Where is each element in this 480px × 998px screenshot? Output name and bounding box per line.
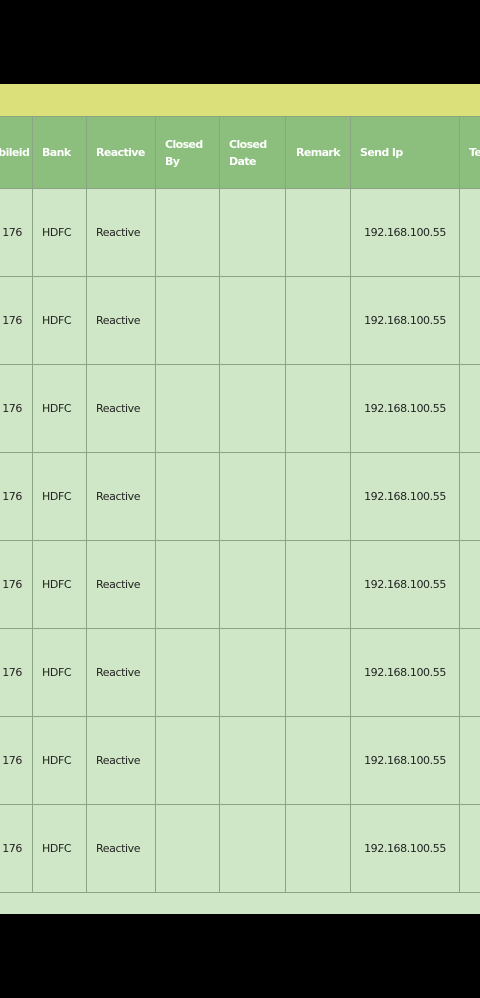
table-row[interactable]: 176 HDFC Reactive 192.168.100.55 [0,276,480,365]
table-header-row: Mobileid Bank Reactive Closed By Closed … [0,116,480,189]
cell-remark [285,276,351,365]
cell-closed-date [219,188,286,277]
cell-bank: HDFC [32,276,87,365]
cell-extra [459,188,480,277]
cell-closed-date [219,364,286,453]
cell-extra [459,452,480,541]
cell-bank: HDFC [32,540,87,629]
cell-extra [459,804,480,893]
cell-status: Reactive [86,716,156,805]
cell-send-ip: 192.168.100.55 [350,364,460,453]
cell-id: 176 [0,188,33,277]
cell-bank: HDFC [32,716,87,805]
cell-remark [285,628,351,717]
cell-id: 176 [0,804,33,893]
cell-remark [285,452,351,541]
cell-closed-date [219,452,286,541]
cell-closed-by [155,276,220,365]
cell-bank: HDFC [32,628,87,717]
table-row[interactable]: 176 HDFC Reactive 192.168.100.55 [0,540,480,629]
header-te[interactable]: Te [459,116,480,189]
cell-send-ip: 192.168.100.55 [350,452,460,541]
cell-extra [459,628,480,717]
header-reactive[interactable]: Reactive [86,116,156,189]
cell-id: 176 [0,716,33,805]
table-row[interactable]: 176 HDFC Reactive 192.168.100.55 [0,364,480,453]
header-closed-date[interactable]: Closed Date [219,116,286,189]
cell-send-ip: 192.168.100.55 [350,804,460,893]
cell-send-ip: 192.168.100.55 [350,188,460,277]
table-row[interactable]: 176 HDFC Reactive 192.168.100.55 [0,452,480,541]
cell-closed-by [155,188,220,277]
header-mobileid[interactable]: Mobileid [0,116,33,189]
cell-closed-by [155,804,220,893]
cell-remark [285,540,351,629]
header-closed-by[interactable]: Closed By [155,116,220,189]
cell-id: 176 [0,276,33,365]
cell-remark [285,188,351,277]
cell-extra [459,540,480,629]
cell-status: Reactive [86,628,156,717]
cell-send-ip: 192.168.100.55 [350,540,460,629]
cell-send-ip: 192.168.100.55 [350,628,460,717]
cell-closed-by [155,716,220,805]
cell-id: 176 [0,452,33,541]
cell-bank: HDFC [32,188,87,277]
cell-remark [285,804,351,893]
cell-closed-date [219,716,286,805]
cell-send-ip: 192.168.100.55 [350,276,460,365]
header-bank[interactable]: Bank [32,116,87,189]
cell-closed-date [219,628,286,717]
cell-extra [459,716,480,805]
cell-extra [459,364,480,453]
cell-id: 176 [0,364,33,453]
table-scroll-area[interactable]: Mobileid Bank Reactive Closed By Closed … [0,116,480,984]
bottom-black-area [0,914,480,998]
cell-closed-by [155,540,220,629]
cell-closed-date [219,804,286,893]
header-send-ip[interactable]: Send Ip [350,116,460,189]
cell-closed-by [155,628,220,717]
table-row[interactable]: 176 HDFC Reactive 192.168.100.55 [0,716,480,805]
table-row[interactable]: 176 HDFC Reactive 192.168.100.55 [0,628,480,717]
cell-bank: HDFC [32,804,87,893]
cell-status: Reactive [86,188,156,277]
table-frame: Mobileid Bank Reactive Closed By Closed … [0,84,480,984]
table-row[interactable]: 176 HDFC Reactive 192.168.100.55 [0,804,480,893]
data-table: Mobileid Bank Reactive Closed By Closed … [0,116,480,893]
cell-status: Reactive [86,804,156,893]
table-row[interactable]: 176 HDFC Reactive 192.168.100.55 [0,188,480,277]
cell-id: 176 [0,540,33,629]
cell-bank: HDFC [32,364,87,453]
cell-remark [285,364,351,453]
cell-status: Reactive [86,452,156,541]
cell-remark [285,716,351,805]
cell-extra [459,276,480,365]
cell-id: 176 [0,628,33,717]
cell-status: Reactive [86,540,156,629]
cell-status: Reactive [86,364,156,453]
cell-closed-date [219,540,286,629]
cell-bank: HDFC [32,452,87,541]
cell-closed-by [155,452,220,541]
cell-status: Reactive [86,276,156,365]
cell-closed-date [219,276,286,365]
cell-send-ip: 192.168.100.55 [350,716,460,805]
cell-closed-by [155,364,220,453]
header-remark[interactable]: Remark [285,116,351,189]
